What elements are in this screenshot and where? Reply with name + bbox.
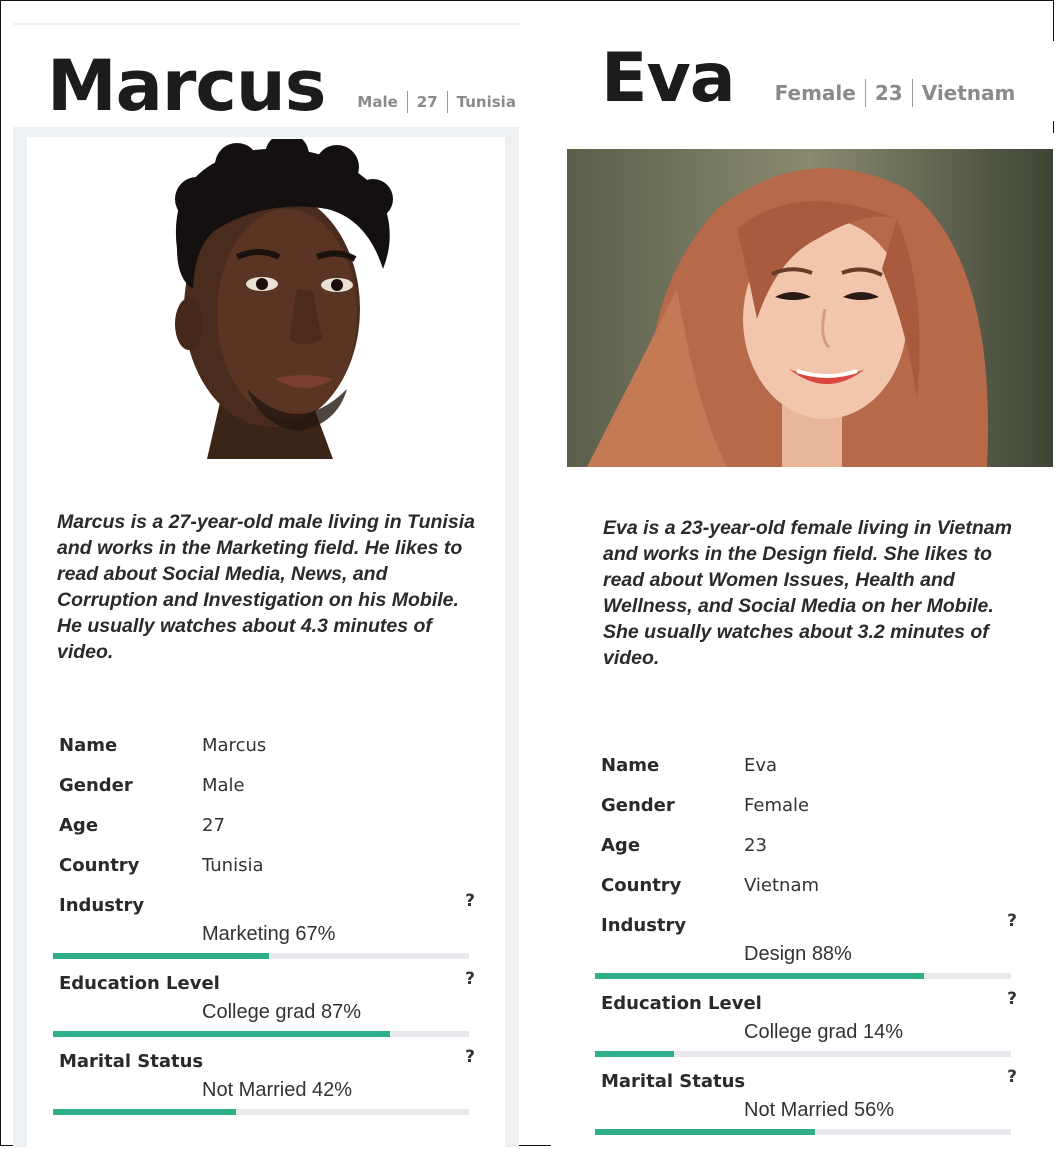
persona-card-eva: Eva Female 23 Vietnam Eva is a 23-year-o… <box>551 41 1056 1149</box>
help-icon[interactable]: ? <box>1007 989 1017 1009</box>
progress-bar-fill <box>53 953 270 959</box>
fact-value: 23 <box>744 834 767 856</box>
fact-value: Eva <box>744 754 778 776</box>
meta-separator <box>446 91 448 113</box>
metric-label: Education Level <box>601 993 762 1014</box>
metric-value: Not Married 56% <box>744 1099 895 1121</box>
fact-value: Vietnam <box>744 874 820 896</box>
metric-value: College grad 87% <box>202 1001 361 1023</box>
meta-age: 23 <box>874 81 903 105</box>
fact-row-name: Name Eva <box>601 745 1021 785</box>
persona-photo <box>137 139 397 459</box>
progress-bar-track <box>595 1051 1011 1057</box>
metric-label: Marital Status <box>601 1071 746 1092</box>
meta-separator <box>864 79 866 107</box>
fact-value: Marcus <box>202 734 267 756</box>
meta-separator <box>911 79 913 107</box>
help-icon[interactable]: ? <box>465 1047 475 1067</box>
page-frame: Marcus Male 27 Tunisia Marcus is a 27-ye… <box>0 0 1056 1149</box>
persona-card-body: Marcus is a 27-year-old male living in T… <box>13 127 519 1147</box>
meta-gender: Female <box>774 81 856 105</box>
persona-facts: Name Marcus Gender Male Age 27 Country T… <box>53 725 479 1129</box>
progress-bar-track <box>53 1031 469 1037</box>
fact-row-country: Country Vietnam <box>601 865 1021 905</box>
fact-row-age: Age 23 <box>601 825 1021 865</box>
metric-industry: Industry ? Design 88% <box>595 911 1017 993</box>
help-icon[interactable]: ? <box>465 969 475 989</box>
persona-card-inner: Marcus is a 27-year-old male living in T… <box>27 137 505 1147</box>
progress-bar-track <box>595 973 1011 979</box>
persona-bio: Eva is a 23-year-old female living in Vi… <box>603 517 1012 669</box>
persona-meta: Male 27 Tunisia <box>357 91 516 113</box>
help-icon[interactable]: ? <box>1007 1067 1017 1087</box>
fact-label: Age <box>59 814 99 836</box>
metric-value: Marketing 67% <box>202 923 336 945</box>
metric-label: Marital Status <box>59 1051 204 1072</box>
fact-row-gender: Gender Female <box>601 785 1021 825</box>
persona-header: Eva Female 23 Vietnam <box>551 41 1056 121</box>
persona-photo <box>567 149 1053 467</box>
persona-card-body: Eva is a 23-year-old female living in Vi… <box>551 133 1056 1149</box>
progress-bar-fill <box>53 1109 237 1115</box>
persona-meta: Female 23 Vietnam <box>774 79 1016 107</box>
fact-label: Name <box>59 734 118 756</box>
help-icon[interactable]: ? <box>465 891 475 911</box>
fact-label: Country <box>59 854 140 876</box>
fact-row-gender: Gender Male <box>59 765 479 805</box>
metric-label: Industry <box>59 895 145 916</box>
metric-education-level: Education Level ? College grad 87% <box>53 969 475 1051</box>
metric-education-level: Education Level ? College grad 14% <box>595 989 1017 1071</box>
metric-value: College grad 14% <box>744 1021 903 1043</box>
metric-marital-status: Marital Status ? Not Married 42% <box>53 1047 475 1129</box>
meta-separator <box>406 91 408 113</box>
persona-card-inner: Eva is a 23-year-old female living in Vi… <box>551 133 1056 1149</box>
metric-label: Industry <box>601 915 687 936</box>
persona-name-title: Marcus <box>47 45 326 127</box>
persona-photo-marcus <box>137 139 397 459</box>
meta-gender: Male <box>357 93 398 111</box>
metric-industry: Industry ? Marketing 67% <box>53 891 475 973</box>
meta-age: 27 <box>416 93 438 111</box>
fact-value: 27 <box>202 814 225 836</box>
persona-photo-eva <box>567 149 1053 467</box>
progress-bar-fill <box>53 1031 390 1037</box>
progress-bar-fill <box>595 1129 816 1135</box>
meta-country: Vietnam <box>921 81 1016 105</box>
fact-value: Female <box>744 794 810 816</box>
metric-value: Not Married 42% <box>202 1079 353 1101</box>
persona-header: Marcus Male 27 Tunisia <box>13 23 519 129</box>
fact-label: Country <box>601 874 682 896</box>
progress-bar-fill <box>595 973 924 979</box>
fact-value: Male <box>202 774 245 796</box>
persona-name-title: Eva <box>601 39 736 118</box>
persona-facts: Name Eva Gender Female Age 23 Country Vi… <box>595 745 1021 1149</box>
help-icon[interactable]: ? <box>1007 911 1017 931</box>
fact-row-country: Country Tunisia <box>59 845 479 885</box>
progress-bar-track <box>53 1109 469 1115</box>
progress-bar-fill <box>595 1051 675 1057</box>
fact-label: Gender <box>59 774 133 796</box>
metric-marital-status: Marital Status ? Not Married 56% <box>595 1067 1017 1149</box>
metric-label: Education Level <box>59 973 220 994</box>
fact-row-age: Age 27 <box>59 805 479 845</box>
fact-label: Gender <box>601 794 675 816</box>
fact-label: Age <box>601 834 641 856</box>
progress-bar-track <box>53 953 469 959</box>
persona-card-marcus: Marcus Male 27 Tunisia Marcus is a 27-ye… <box>13 23 519 1147</box>
meta-country: Tunisia <box>456 93 516 111</box>
persona-bio: Marcus is a 27-year-old male living in T… <box>57 511 475 663</box>
metric-value: Design 88% <box>744 943 852 965</box>
fact-row-name: Name Marcus <box>59 725 479 765</box>
fact-value: Tunisia <box>202 854 264 876</box>
fact-label: Name <box>601 754 660 776</box>
progress-bar-track <box>595 1129 1011 1135</box>
